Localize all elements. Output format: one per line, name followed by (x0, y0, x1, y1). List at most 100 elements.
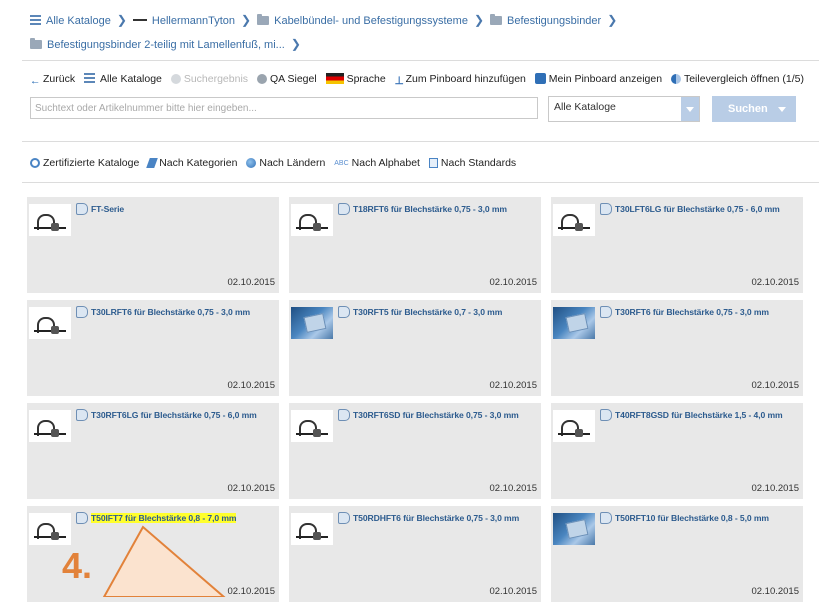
tag-icon (600, 306, 612, 318)
tag-icon (338, 306, 350, 318)
compare-parts-label: Teilevergleich öffnen (1/5) (683, 73, 805, 85)
toolbar: ← Zurück Alle Kataloge Suchergebnis QA Si… (30, 73, 810, 87)
filter-by-category[interactable]: Nach Kategorien (146, 157, 238, 169)
product-thumbnail[interactable] (29, 307, 71, 339)
product-thumbnail[interactable] (291, 513, 333, 545)
add-to-pinboard-button[interactable]: ⊥ Zum Pinboard hinzufügen (395, 73, 526, 87)
catalog-card-date: 02.10.2015 (751, 586, 799, 597)
catalog-card[interactable]: T40RFT8GSD für Blechstärke 1,5 - 4,0 mm 0… (551, 403, 803, 499)
qa-seal-button[interactable]: QA Siegel (256, 73, 317, 85)
filter-by-standards[interactable]: Nach Standards (428, 157, 516, 169)
annotation-step-number: 4. (62, 545, 93, 586)
chevron-right-icon: ❯ (607, 13, 618, 27)
compare-parts-button[interactable]: Teilevergleich öffnen (1/5) (670, 73, 805, 85)
catalog-card[interactable]: FT-Serie 02.10.2015 (27, 197, 279, 293)
chevron-right-icon: ❯ (116, 13, 127, 27)
catalog-card-title[interactable]: T50IFT7 für Blechstärke 0,8 - 7,0 mm (91, 513, 237, 523)
back-label: Zurück (43, 73, 76, 85)
product-thumbnail[interactable] (29, 410, 71, 442)
product-thumbnail[interactable] (291, 307, 333, 339)
catalog-card-title[interactable]: FT-Serie (91, 204, 124, 214)
product-thumbnail[interactable] (291, 410, 333, 442)
back-button[interactable]: ← Zurück (30, 73, 76, 87)
catalog-card[interactable]: T30RFT5 für Blechstärke 0,7 - 3,0 mm 02.1… (289, 300, 541, 396)
catalog-card-title[interactable]: T30RFT5 für Blechstärke 0,7 - 3,0 mm (353, 307, 502, 317)
catalog-card[interactable]: T30RFT6LG für Blechstärke 0,75 - 6,0 mm 0… (27, 403, 279, 499)
catalog-card-title[interactable]: T30LRFT6 für Blechstärke 0,75 - 3,0 mm (91, 307, 250, 317)
catalog-card-title[interactable]: T18RFT6 für Blechstärke 0,75 - 3,0 mm (353, 204, 507, 214)
tag-icon (338, 409, 350, 421)
product-thumbnail[interactable] (553, 410, 595, 442)
german-flag-icon (325, 73, 344, 84)
search-result-button[interactable]: Suchergebnis (170, 73, 249, 85)
folder-icon (257, 14, 270, 25)
search-input[interactable] (30, 97, 538, 119)
catalog-card-date: 02.10.2015 (489, 483, 537, 494)
product-thumbnail[interactable] (553, 204, 595, 236)
globe-icon (246, 158, 257, 168)
breadcrumb-item-current[interactable]: Befestigungsbinder 2-teilig mit Lamellen… (47, 39, 285, 51)
catalog-card-date: 02.10.2015 (751, 277, 799, 288)
filter-label: Nach Kategorien (159, 157, 238, 169)
catalog-card-title[interactable]: T40RFT8GSD für Blechstärke 1,5 - 4,0 mm (615, 410, 783, 420)
catalog-card[interactable]: T30RFT6SD für Blechstärke 0,75 - 3,0 mm 0… (289, 403, 541, 499)
catalog-card-date: 02.10.2015 (751, 483, 799, 494)
folder-icon (30, 38, 42, 49)
catalog-card[interactable]: T30RFT6 für Blechstärke 0,75 - 3,0 mm 02.… (551, 300, 803, 396)
language-button[interactable]: Sprache (325, 73, 386, 85)
breadcrumb: Alle Kataloge ❯ HellermannTyton ❯ Kabelbünde… (30, 13, 623, 27)
catalog-select[interactable]: Alle Kataloge (548, 96, 700, 122)
folder-icon (490, 14, 503, 25)
catalog-card[interactable]: T30LRFT6 für Blechstärke 0,75 - 3,0 mm 02… (27, 300, 279, 396)
catalog-card[interactable]: T18RFT6 für Blechstärke 0,75 - 3,0 mm 02.… (289, 197, 541, 293)
catalog-card[interactable]: T50RDHFT6 für Blechstärke 0,75 - 3,0 mm 0… (289, 506, 541, 602)
product-thumbnail[interactable] (29, 204, 71, 236)
tag-icon (76, 409, 88, 421)
product-thumbnail[interactable] (291, 204, 333, 236)
tag-icon (600, 203, 612, 215)
breadcrumb-item-kabelbuendel[interactable]: Kabelbündel- und Befestigungssysteme (274, 15, 468, 27)
all-catalogs-label: Alle Kataloge (100, 73, 162, 85)
award-icon (30, 158, 40, 168)
breadcrumb-item-hellermanntyton[interactable]: HellermannTyton (152, 15, 235, 27)
catalog-card-date: 02.10.2015 (227, 586, 275, 597)
language-label: Sprache (346, 73, 386, 85)
tags-icon (146, 158, 159, 168)
filter-label: Nach Ländern (259, 157, 326, 169)
breadcrumb-item-all-catalogs[interactable]: Alle Kataloge (46, 15, 111, 27)
tag-icon (600, 409, 612, 421)
filter-label: Nach Alphabet (351, 157, 420, 169)
filter-bar: Zertifizierte Kataloge Nach Kategorien N… (30, 157, 522, 169)
catalog-card-title[interactable]: T50RFT10 für Blechstärke 0,8 - 5,0 mm (615, 513, 769, 523)
breadcrumb-item-befestigungsbinder[interactable]: Befestigungsbinder (507, 15, 601, 27)
catalog-card-date: 02.10.2015 (489, 586, 537, 597)
catalog-card[interactable]: T50RFT10 für Blechstärke 0,8 - 5,0 mm 02.… (551, 506, 803, 602)
catalog-card-date: 02.10.2015 (227, 277, 275, 288)
catalog-card-title[interactable]: T30RFT6LG für Blechstärke 0,75 - 6,0 mm (91, 410, 257, 420)
catalog-card-title[interactable]: T30LFT6LG für Blechstärke 0,75 - 6,0 mm (615, 204, 780, 214)
filter-by-country[interactable]: Nach Ländern (246, 157, 325, 169)
show-pinboard-button[interactable]: Mein Pinboard anzeigen (534, 73, 662, 85)
catalog-stack-icon (84, 73, 96, 84)
catalog-card-title[interactable]: T50RDHFT6 für Blechstärke 0,75 - 3,0 mm (353, 513, 519, 523)
product-thumbnail[interactable] (553, 513, 595, 545)
seal-icon (256, 74, 267, 84)
all-catalogs-button[interactable]: Alle Kataloge (84, 73, 162, 85)
filter-certified-catalogs[interactable]: Zertifizierte Kataloge (30, 157, 139, 169)
product-thumbnail[interactable] (29, 513, 71, 545)
tag-icon (76, 203, 88, 215)
tag-icon (338, 203, 350, 215)
catalog-card-title[interactable]: T30RFT6SD für Blechstärke 0,75 - 3,0 mm (353, 410, 519, 420)
filter-by-alphabet[interactable]: ABC Nach Alphabet (334, 157, 420, 169)
breadcrumb-row-2: Befestigungsbinder 2-teilig mit Lamellen… (30, 37, 307, 51)
search-result-label: Suchergebnis (183, 73, 249, 85)
arrow-left-icon: ← (30, 75, 41, 87)
chevron-down-icon[interactable] (778, 107, 786, 112)
product-thumbnail[interactable] (553, 307, 595, 339)
catalog-select-value: Alle Kataloge (554, 101, 616, 113)
catalog-card-title[interactable]: T30RFT6 für Blechstärke 0,75 - 3,0 mm (615, 307, 769, 317)
search-result-icon (170, 74, 181, 84)
search-button[interactable]: Suchen (712, 96, 796, 122)
catalog-card[interactable]: T30LFT6LG für Blechstärke 0,75 - 6,0 mm 0… (551, 197, 803, 293)
chevron-down-icon[interactable] (681, 97, 699, 121)
